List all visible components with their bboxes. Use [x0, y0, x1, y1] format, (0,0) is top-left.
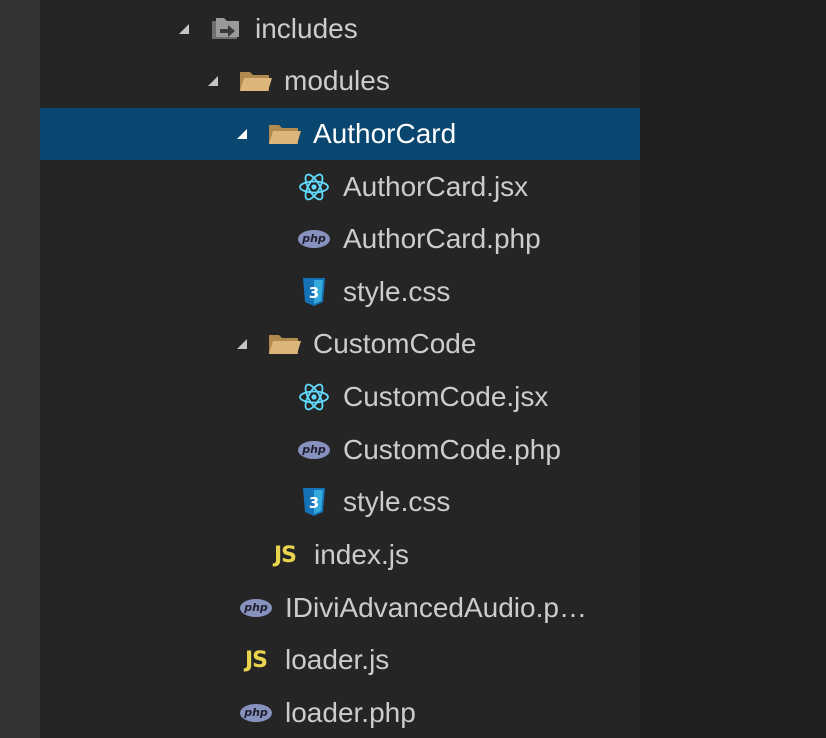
tree-item-label: loader.php: [285, 697, 416, 728]
activity-bar: [0, 0, 40, 738]
tree-item-loader-php[interactable]: php loader.php: [40, 687, 640, 738]
tree-item-label: CustomCode.jsx: [343, 381, 549, 412]
tree-item-authorcard-jsx[interactable]: AuthorCard.jsx: [40, 161, 640, 213]
tree-item-authorcard-style-css[interactable]: 3 style.css: [40, 266, 640, 318]
tree-item-loader-js[interactable]: JS loader.js: [40, 634, 640, 686]
expanded-chevron-icon[interactable]: [175, 20, 193, 38]
tree-item-label: AuthorCard.php: [343, 223, 541, 254]
expanded-chevron-icon[interactable]: [204, 72, 222, 90]
expanded-chevron-icon[interactable]: [233, 335, 251, 353]
tree-item-label: AuthorCard: [313, 118, 457, 149]
tree-item-label: modules: [284, 65, 390, 96]
tree-item-customcode-jsx[interactable]: CustomCode.jsx: [40, 371, 640, 423]
tree-item-customcode-style-css[interactable]: 3 style.css: [40, 476, 640, 528]
tree-item-label: includes: [255, 13, 358, 44]
php-icon: php: [295, 435, 333, 465]
js-icon: JS: [273, 542, 297, 568]
tree-item-index-js[interactable]: JS index.js: [40, 529, 640, 581]
folder-open-icon: [265, 119, 303, 149]
css-icon: 3: [295, 487, 333, 517]
svg-text:3: 3: [309, 284, 319, 302]
tree-item-customcode[interactable]: CustomCode: [40, 318, 640, 370]
tree-item-idiviadvancedaudio-php[interactable]: php IDiviAdvancedAudio.p…: [40, 582, 640, 634]
tree-item-label: style.css: [343, 486, 451, 517]
folder-open-icon: [236, 66, 274, 96]
file-explorer-tree: includes modules AuthorCard AuthorCard.j…: [40, 0, 640, 738]
tree-item-authorcard-php[interactable]: php AuthorCard.php: [40, 213, 640, 265]
folder-import-icon: [207, 14, 245, 44]
tree-item-label: index.js: [314, 539, 409, 570]
php-icon: php: [295, 224, 333, 254]
tree-item-authorcard[interactable]: AuthorCard: [40, 108, 640, 160]
css-icon: 3: [295, 277, 333, 307]
tree-item-customcode-php[interactable]: php CustomCode.php: [40, 424, 640, 476]
tree-item-label: IDiviAdvancedAudio.p…: [285, 592, 587, 623]
tree-item-includes[interactable]: includes: [40, 3, 640, 55]
react-icon: [295, 382, 333, 412]
tree-item-label: style.css: [343, 276, 451, 307]
svg-text:3: 3: [309, 494, 319, 512]
tree-item-modules[interactable]: modules: [40, 55, 640, 107]
php-icon: php: [237, 698, 275, 728]
folder-open-icon: [265, 329, 303, 359]
editor-area: [640, 0, 826, 738]
php-icon: php: [237, 593, 275, 623]
tree-item-label: AuthorCard.jsx: [343, 171, 529, 202]
js-icon: JS: [244, 647, 268, 673]
react-icon: [295, 172, 333, 202]
expanded-chevron-icon[interactable]: [233, 125, 251, 143]
tree-item-label: CustomCode.php: [343, 434, 561, 465]
tree-item-label: loader.js: [285, 644, 390, 675]
tree-item-label: CustomCode: [313, 328, 477, 359]
